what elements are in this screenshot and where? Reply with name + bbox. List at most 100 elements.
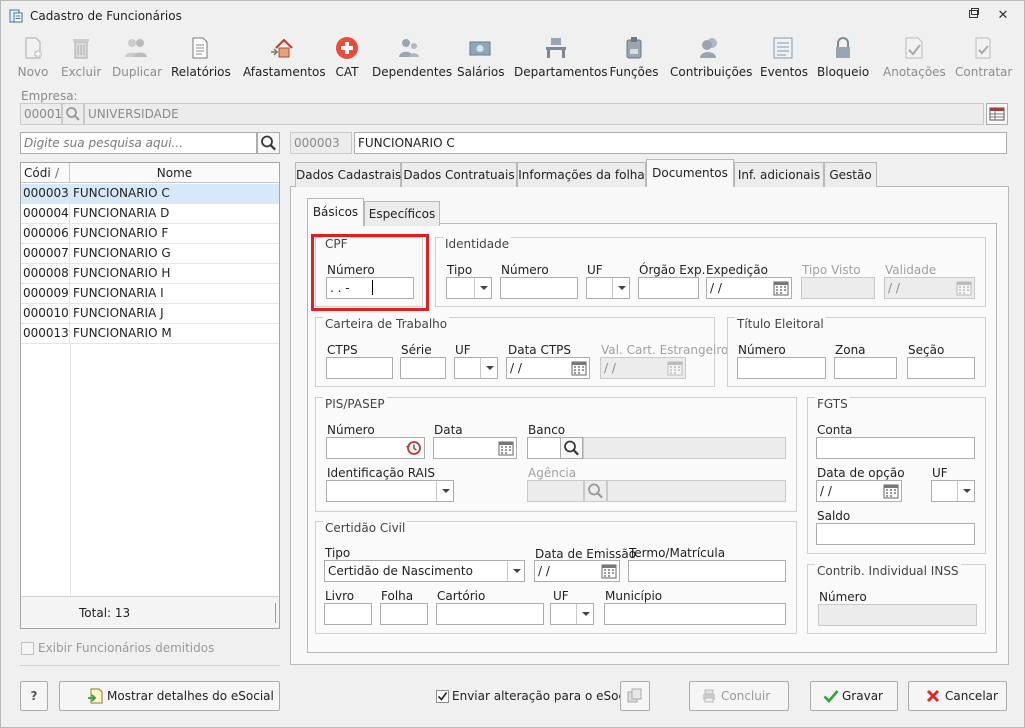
check-icon (437, 692, 448, 701)
history-icon[interactable] (404, 438, 424, 458)
calendar-icon[interactable] (569, 358, 589, 378)
current-name-field[interactable]: FUNCIONARIO C (354, 132, 1007, 154)
toolbar-departamentos-button[interactable]: Departamentos (514, 33, 608, 81)
toolbar-excluir-button[interactable]: Excluir (61, 33, 101, 81)
toolbar-contribuicoes-button[interactable]: Contribuições (670, 33, 752, 81)
red-cross-icon (336, 37, 358, 59)
toolbar-afastamentos-button[interactable]: Afastamentos (243, 33, 326, 81)
certidao-folha-input[interactable] (380, 603, 428, 625)
tab-documentos[interactable]: Documentos (646, 159, 734, 187)
certidao-tipo-select[interactable]: Certidão de Nascimento (324, 560, 525, 582)
search-button[interactable] (257, 132, 280, 154)
contract-icon (975, 37, 991, 59)
pis-agencia-label: Agência (528, 466, 577, 480)
ctps-serie-input[interactable] (400, 357, 446, 379)
ctps-uf-select[interactable] (454, 357, 498, 379)
tab-dados-contratuais[interactable]: Dados Contratuais (401, 162, 517, 187)
calendar-icon (667, 361, 683, 376)
list-item[interactable]: 000009 FUNCIONARIA I (21, 284, 279, 304)
tab-informacoes-folha[interactable]: Informações da folha (517, 162, 646, 187)
col-code-header[interactable]: Códi / (21, 163, 70, 183)
new-doc-icon (25, 37, 42, 59)
help-button[interactable]: ? (20, 681, 48, 711)
list-item[interactable]: 000010 FUNCIONARIA J (21, 304, 279, 324)
toolbar-duplicar-button[interactable]: Duplicar (112, 33, 162, 81)
pis-banco-label: Banco (528, 423, 566, 437)
inss-numero-input (818, 604, 977, 626)
certidao-municipio-input[interactable] (604, 603, 786, 625)
calendar-icon[interactable] (881, 481, 901, 501)
fgts-conta-input[interactable] (816, 437, 975, 459)
empresa-search-button (62, 103, 84, 125)
toolbar-salarios-button[interactable]: Salários (457, 33, 505, 81)
badge-icon (626, 37, 642, 59)
pis-numero-input[interactable] (326, 437, 425, 459)
identidade-numero-input[interactable] (500, 277, 578, 299)
toolbar-bloqueio-button[interactable]: Bloqueio (817, 33, 869, 81)
certidao-cartorio-input[interactable] (436, 603, 544, 625)
restore-icon[interactable] (964, 7, 984, 25)
identidade-expedicao-input[interactable]: / / (706, 277, 792, 299)
certidao-livro-input[interactable] (324, 603, 372, 625)
identidade-uf-select[interactable] (586, 277, 630, 299)
calendar-icon[interactable] (771, 278, 791, 298)
certidao-termo-input[interactable] (628, 560, 786, 582)
pis-data-input[interactable] (433, 437, 517, 459)
toolbar-cat-button[interactable]: CAT (332, 33, 362, 81)
col-name-header[interactable]: Nome (70, 163, 279, 183)
list-header: Códi / Nome (21, 163, 279, 183)
gravar-button[interactable]: Gravar (810, 681, 898, 711)
chevron-down-icon (507, 561, 524, 581)
identidade-orgao-input[interactable] (638, 277, 699, 299)
tab-gestao[interactable]: Gestão (824, 162, 877, 187)
identidade-tipo-label: Tipo (447, 263, 473, 277)
pis-agencia-code-input (527, 480, 584, 502)
employee-list: Códi / Nome 000003 FUNCIONARIO C 000004 FUN… (20, 162, 280, 629)
toolbar-relatorios-button[interactable]: Relatórios (171, 33, 231, 81)
titulo-secao-input[interactable] (907, 357, 975, 379)
toolbar-novo-button[interactable]: Novo (16, 33, 50, 81)
toolbar: Novo Excluir Duplicar Relatórios Afastam… (1, 33, 1024, 81)
list-item[interactable]: 000003 FUNCIONARIO C (21, 184, 279, 204)
close-icon[interactable]: ✕ (993, 7, 1013, 25)
cancelar-button[interactable]: Cancelar (908, 681, 1007, 711)
toolbar-anotacoes-button[interactable]: Anotações (883, 33, 946, 81)
ctps-input[interactable] (326, 357, 393, 379)
certidao-uf-select[interactable] (550, 603, 594, 625)
chevron-down-icon (436, 481, 453, 501)
certidao-data-emissao-input[interactable]: / / (534, 560, 620, 582)
titulo-numero-input[interactable] (737, 357, 826, 379)
toolbar-dependentes-button[interactable]: Dependentes (372, 33, 452, 81)
pis-banco-search-button[interactable] (560, 437, 583, 459)
list-item[interactable]: 000007 FUNCIONARIO G (21, 244, 279, 264)
subtab-especificos[interactable]: Específicos (364, 201, 440, 226)
subtab-basicos[interactable]: Básicos (307, 198, 364, 226)
fgts-data-opcao-input[interactable]: / / (816, 480, 902, 502)
calendar-icon[interactable] (599, 561, 619, 581)
tab-dados-cadastrais[interactable]: Dados Cadastrais (295, 162, 401, 187)
certidao-folha-label: Folha (381, 589, 414, 603)
empresa-grid-button[interactable] (986, 103, 1008, 125)
tab-inf-adicionais[interactable]: Inf. adicionais (734, 162, 824, 187)
show-dismissed-checkbox[interactable] (21, 642, 34, 655)
titulo-zona-input[interactable] (834, 357, 897, 379)
current-code-field: 000003 (290, 132, 352, 154)
search-input[interactable]: Digite sua pesquisa aqui... (20, 132, 257, 154)
send-esocial-checkbox[interactable] (436, 690, 449, 703)
toolbar-contratar-button[interactable]: Contratar (955, 33, 1012, 81)
list-item[interactable]: 000004 FUNCIONARIA D (21, 204, 279, 224)
ctps-data-input[interactable]: / / (506, 357, 590, 379)
pis-rais-select[interactable] (326, 480, 454, 502)
list-item[interactable]: 000006 FUNCIONARIO F (21, 224, 279, 244)
identidade-tipo-select[interactable] (446, 277, 492, 299)
calendar-icon[interactable] (496, 438, 516, 458)
toolbar-funcoes-button[interactable]: Funções (609, 33, 659, 81)
fgts-saldo-input[interactable] (816, 523, 975, 545)
fgts-uf-select[interactable] (931, 480, 975, 502)
esocial-details-button[interactable]: Mostrar detalhes do eSocial (59, 681, 280, 711)
pis-banco-code-input[interactable] (527, 437, 561, 459)
toolbar-eventos-button[interactable]: Eventos (760, 33, 808, 81)
list-item[interactable]: 000008 FUNCIONARIO H (21, 264, 279, 284)
list-item[interactable]: 000013 FUNCIONARIO M (21, 324, 279, 344)
cancel-x-icon (926, 689, 940, 703)
